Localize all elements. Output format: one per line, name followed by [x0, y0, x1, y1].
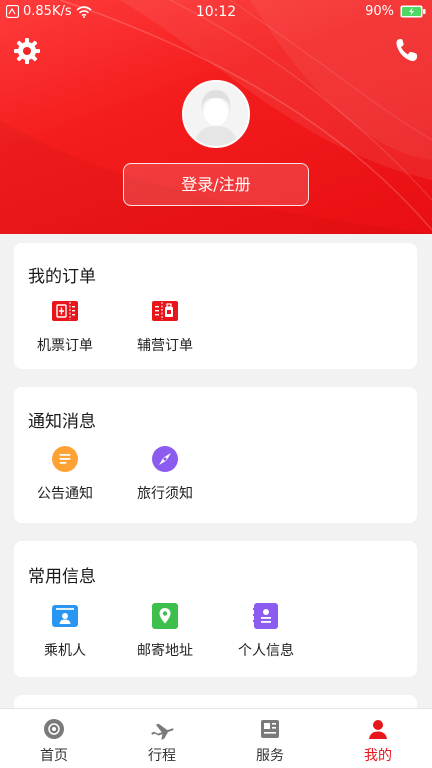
tab-service-label: 服务 — [256, 748, 284, 764]
orders-title: 我的订单 — [28, 267, 96, 287]
announcement-icon — [52, 446, 78, 472]
mailing-address-item[interactable]: 邮寄地址 — [120, 602, 210, 660]
announcement-item[interactable]: 公告通知 — [20, 445, 110, 503]
user-icon — [369, 720, 387, 739]
login-register-button[interactable]: 登录/注册 — [123, 163, 309, 206]
flight-orders-item[interactable]: 机票订单 — [20, 297, 110, 355]
notices-title: 通知消息 — [28, 412, 96, 432]
passenger-item[interactable]: 乘机人 — [20, 602, 110, 660]
travel-notice-item[interactable]: 旅行须知 — [120, 445, 210, 503]
flight-ticket-icon — [52, 301, 78, 321]
battery-icon — [400, 5, 426, 18]
default-avatar-icon — [184, 82, 248, 146]
personal-info-icon — [253, 603, 278, 629]
announcement-label: 公告通知 — [37, 486, 93, 502]
ancillary-order-icon — [152, 301, 178, 321]
tab-mine-label: 我的 — [364, 748, 392, 764]
battery-percent: 90% — [365, 4, 394, 19]
profile-header: 0.85K/s 10:12 90% 登录/注册 — [0, 0, 432, 234]
bottom-tab-bar: 首页 行程 服务 我的 — [0, 708, 432, 768]
common-info-card: 常用信息 乘机人 邮寄地址 个人信息 — [14, 541, 417, 677]
tab-home[interactable]: 首页 — [0, 709, 108, 768]
passenger-icon — [52, 605, 78, 627]
common-info-title: 常用信息 — [28, 567, 96, 587]
personal-info-item[interactable]: 个人信息 — [221, 602, 311, 660]
ancillary-orders-item[interactable]: 辅营订单 — [120, 297, 210, 355]
news-icon — [261, 720, 279, 738]
flight-orders-label: 机票订单 — [37, 338, 93, 354]
phone-icon[interactable] — [394, 37, 418, 63]
mailing-address-label: 邮寄地址 — [137, 643, 193, 659]
status-bar: 0.85K/s 10:12 90% — [0, 0, 432, 24]
personal-info-label: 个人信息 — [238, 643, 294, 659]
ancillary-orders-label: 辅营订单 — [137, 338, 193, 354]
plane-icon — [151, 723, 174, 740]
tab-service[interactable]: 服务 — [216, 709, 324, 768]
tab-home-label: 首页 — [40, 748, 68, 764]
gear-icon[interactable] — [13, 37, 41, 65]
travel-notice-label: 旅行须知 — [137, 486, 193, 502]
tab-mine[interactable]: 我的 — [324, 709, 432, 768]
home-icon — [44, 719, 64, 739]
compass-icon — [152, 446, 178, 472]
notices-card: 通知消息 公告通知 旅行须知 — [14, 387, 417, 523]
tab-itinerary-label: 行程 — [148, 748, 176, 764]
orders-card: 我的订单 机票订单 辅营订单 — [14, 243, 417, 369]
tab-itinerary[interactable]: 行程 — [108, 709, 216, 768]
avatar[interactable] — [182, 80, 250, 148]
location-icon — [152, 603, 178, 629]
passenger-label: 乘机人 — [44, 643, 86, 659]
